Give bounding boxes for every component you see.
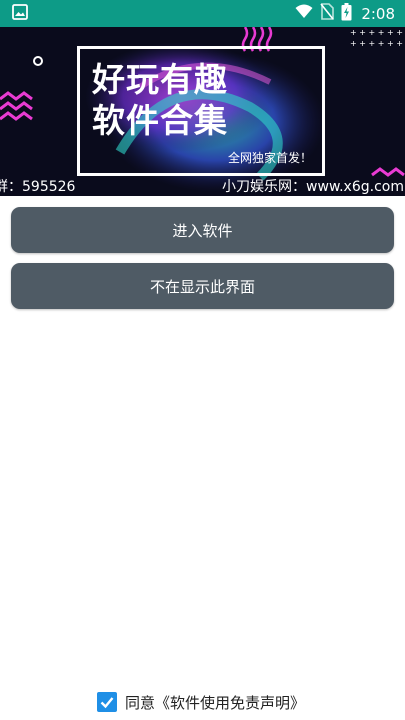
banner-tagline: 全网独家首发！ <box>228 151 313 165</box>
promo-banner[interactable]: + + + + + + + + + + + + 好玩有趣 软件合集 全网独家首发… <box>0 27 405 196</box>
disclaimer-link[interactable]: 《软件使用免责声明》 <box>155 694 305 712</box>
ticker-left-text: 群：595526 <box>0 179 76 195</box>
svg-text:+ + + + + +: + + + + + + <box>350 28 403 37</box>
ticker-right-text: 小刀娱乐网：www.x6g.com <box>222 179 404 195</box>
enter-app-button[interactable]: 进入软件 <box>11 207 394 253</box>
battery-charging-icon <box>341 2 352 25</box>
status-right: 2:08 <box>295 2 395 25</box>
agreement-text: 同意《软件使用免责声明》 <box>125 692 305 713</box>
clock: 2:08 <box>361 4 395 23</box>
status-bar: 2:08 <box>0 0 405 27</box>
banner-headline: 好玩有趣 软件合集 <box>92 59 228 141</box>
wifi-icon <box>295 4 313 23</box>
agreement-prefix: 同意 <box>125 693 156 712</box>
agreement-checkbox[interactable] <box>97 692 117 712</box>
banner-ticker: 群：595526 小刀娱乐网：www.x6g.com <box>0 176 405 196</box>
agreement-row: 同意《软件使用免责声明》 <box>97 690 305 714</box>
do-not-show-again-button[interactable]: 不在显示此界面 <box>11 263 394 309</box>
headline-line-1: 好玩有趣 <box>92 60 228 99</box>
svg-text:+ + + + + +: + + + + + + <box>350 39 403 48</box>
checkmark-icon <box>100 697 114 709</box>
headline-line-2: 软件合集 <box>92 101 228 140</box>
status-left <box>12 3 28 24</box>
no-sim-icon <box>320 3 335 24</box>
image-icon <box>12 3 28 24</box>
